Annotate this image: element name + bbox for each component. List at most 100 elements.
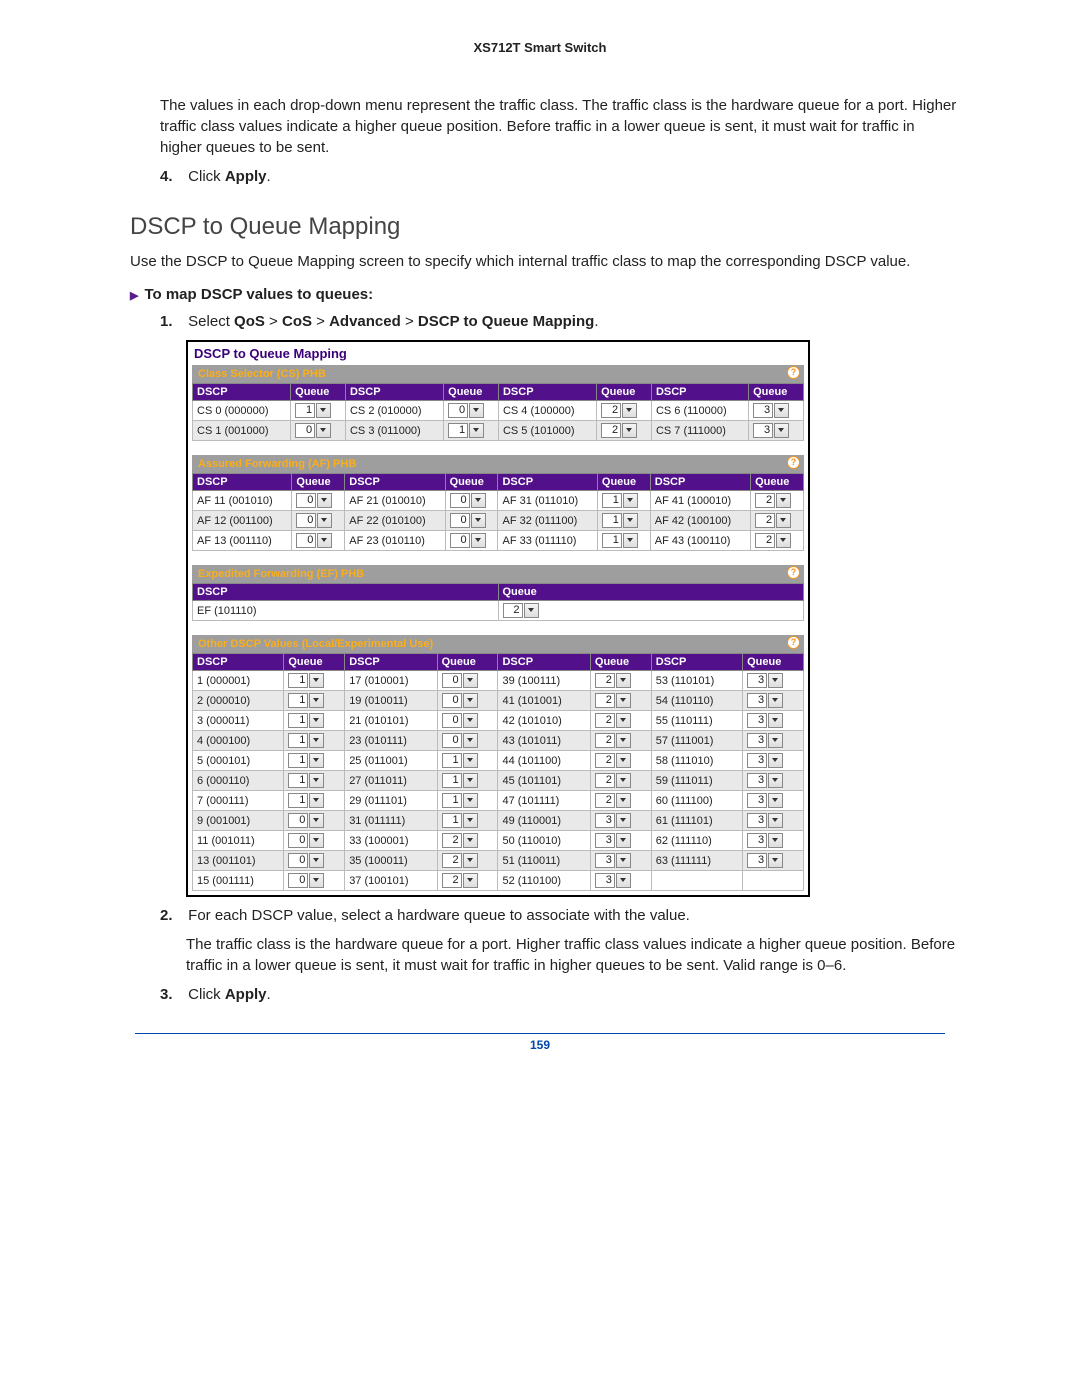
queue-select[interactable]: 1 bbox=[602, 493, 638, 508]
chevron-down-icon[interactable] bbox=[623, 493, 638, 508]
queue-select[interactable]: 3 bbox=[747, 753, 783, 768]
queue-select[interactable]: 2 bbox=[442, 853, 478, 868]
chevron-down-icon[interactable] bbox=[463, 673, 478, 688]
queue-select[interactable]: 3 bbox=[747, 693, 783, 708]
queue-select[interactable]: 2 bbox=[442, 833, 478, 848]
chevron-down-icon[interactable] bbox=[309, 713, 324, 728]
chevron-down-icon[interactable] bbox=[768, 673, 783, 688]
chevron-down-icon[interactable] bbox=[768, 753, 783, 768]
queue-select[interactable]: 0 bbox=[296, 533, 332, 548]
chevron-down-icon[interactable] bbox=[316, 403, 331, 418]
chevron-down-icon[interactable] bbox=[776, 513, 791, 528]
queue-select[interactable]: 3 bbox=[753, 403, 789, 418]
queue-select[interactable]: 2 bbox=[503, 603, 539, 618]
queue-select[interactable]: 2 bbox=[595, 753, 631, 768]
queue-select[interactable]: 2 bbox=[595, 773, 631, 788]
chevron-down-icon[interactable] bbox=[524, 603, 539, 618]
queue-select[interactable]: 0 bbox=[442, 733, 478, 748]
help-icon[interactable]: ? bbox=[787, 566, 800, 579]
queue-select[interactable]: 3 bbox=[595, 813, 631, 828]
chevron-down-icon[interactable] bbox=[623, 533, 638, 548]
queue-select[interactable]: 0 bbox=[296, 493, 332, 508]
queue-select[interactable]: 1 bbox=[442, 793, 478, 808]
queue-select[interactable]: 2 bbox=[595, 793, 631, 808]
chevron-down-icon[interactable] bbox=[768, 693, 783, 708]
chevron-down-icon[interactable] bbox=[774, 403, 789, 418]
queue-select[interactable]: 3 bbox=[747, 733, 783, 748]
chevron-down-icon[interactable] bbox=[768, 833, 783, 848]
chevron-down-icon[interactable] bbox=[309, 773, 324, 788]
chevron-down-icon[interactable] bbox=[616, 813, 631, 828]
chevron-down-icon[interactable] bbox=[616, 693, 631, 708]
chevron-down-icon[interactable] bbox=[309, 753, 324, 768]
chevron-down-icon[interactable] bbox=[463, 753, 478, 768]
queue-select[interactable]: 1 bbox=[442, 773, 478, 788]
queue-select[interactable]: 2 bbox=[601, 403, 637, 418]
chevron-down-icon[interactable] bbox=[768, 793, 783, 808]
chevron-down-icon[interactable] bbox=[317, 513, 332, 528]
chevron-down-icon[interactable] bbox=[616, 873, 631, 888]
chevron-down-icon[interactable] bbox=[463, 773, 478, 788]
queue-select[interactable]: 0 bbox=[450, 493, 486, 508]
queue-select[interactable]: 3 bbox=[747, 673, 783, 688]
chevron-down-icon[interactable] bbox=[774, 423, 789, 438]
queue-select[interactable]: 0 bbox=[442, 693, 478, 708]
queue-select[interactable]: 3 bbox=[747, 853, 783, 868]
queue-select[interactable]: 1 bbox=[295, 403, 331, 418]
queue-select[interactable]: 2 bbox=[442, 873, 478, 888]
queue-select[interactable]: 1 bbox=[442, 813, 478, 828]
chevron-down-icon[interactable] bbox=[471, 493, 486, 508]
chevron-down-icon[interactable] bbox=[309, 793, 324, 808]
chevron-down-icon[interactable] bbox=[616, 733, 631, 748]
chevron-down-icon[interactable] bbox=[469, 423, 484, 438]
queue-select[interactable]: 2 bbox=[595, 693, 631, 708]
queue-select[interactable]: 0 bbox=[450, 533, 486, 548]
queue-select[interactable]: 2 bbox=[755, 513, 791, 528]
queue-select[interactable]: 3 bbox=[747, 813, 783, 828]
queue-select[interactable]: 1 bbox=[602, 533, 638, 548]
queue-select[interactable]: 0 bbox=[288, 813, 324, 828]
chevron-down-icon[interactable] bbox=[768, 853, 783, 868]
queue-select[interactable]: 1 bbox=[448, 423, 484, 438]
chevron-down-icon[interactable] bbox=[463, 713, 478, 728]
queue-select[interactable]: 0 bbox=[450, 513, 486, 528]
queue-select[interactable]: 3 bbox=[747, 773, 783, 788]
queue-select[interactable]: 1 bbox=[288, 773, 324, 788]
queue-select[interactable]: 1 bbox=[288, 693, 324, 708]
help-icon[interactable]: ? bbox=[787, 636, 800, 649]
chevron-down-icon[interactable] bbox=[309, 733, 324, 748]
queue-select[interactable]: 3 bbox=[753, 423, 789, 438]
chevron-down-icon[interactable] bbox=[616, 753, 631, 768]
chevron-down-icon[interactable] bbox=[317, 493, 332, 508]
queue-select[interactable]: 3 bbox=[595, 873, 631, 888]
queue-select[interactable]: 0 bbox=[442, 713, 478, 728]
help-icon[interactable]: ? bbox=[787, 456, 800, 469]
chevron-down-icon[interactable] bbox=[317, 533, 332, 548]
chevron-down-icon[interactable] bbox=[622, 403, 637, 418]
queue-select[interactable]: 0 bbox=[295, 423, 331, 438]
chevron-down-icon[interactable] bbox=[776, 493, 791, 508]
chevron-down-icon[interactable] bbox=[463, 793, 478, 808]
chevron-down-icon[interactable] bbox=[463, 813, 478, 828]
queue-select[interactable]: 0 bbox=[288, 873, 324, 888]
queue-select[interactable]: 0 bbox=[288, 833, 324, 848]
chevron-down-icon[interactable] bbox=[463, 853, 478, 868]
chevron-down-icon[interactable] bbox=[616, 853, 631, 868]
queue-select[interactable]: 1 bbox=[442, 753, 478, 768]
chevron-down-icon[interactable] bbox=[622, 423, 637, 438]
help-icon[interactable]: ? bbox=[787, 366, 800, 379]
chevron-down-icon[interactable] bbox=[616, 793, 631, 808]
chevron-down-icon[interactable] bbox=[768, 773, 783, 788]
chevron-down-icon[interactable] bbox=[463, 833, 478, 848]
queue-select[interactable]: 2 bbox=[601, 423, 637, 438]
chevron-down-icon[interactable] bbox=[768, 813, 783, 828]
chevron-down-icon[interactable] bbox=[309, 873, 324, 888]
chevron-down-icon[interactable] bbox=[616, 773, 631, 788]
chevron-down-icon[interactable] bbox=[616, 713, 631, 728]
queue-select[interactable]: 0 bbox=[296, 513, 332, 528]
chevron-down-icon[interactable] bbox=[776, 533, 791, 548]
chevron-down-icon[interactable] bbox=[309, 833, 324, 848]
chevron-down-icon[interactable] bbox=[309, 853, 324, 868]
chevron-down-icon[interactable] bbox=[768, 733, 783, 748]
chevron-down-icon[interactable] bbox=[471, 533, 486, 548]
